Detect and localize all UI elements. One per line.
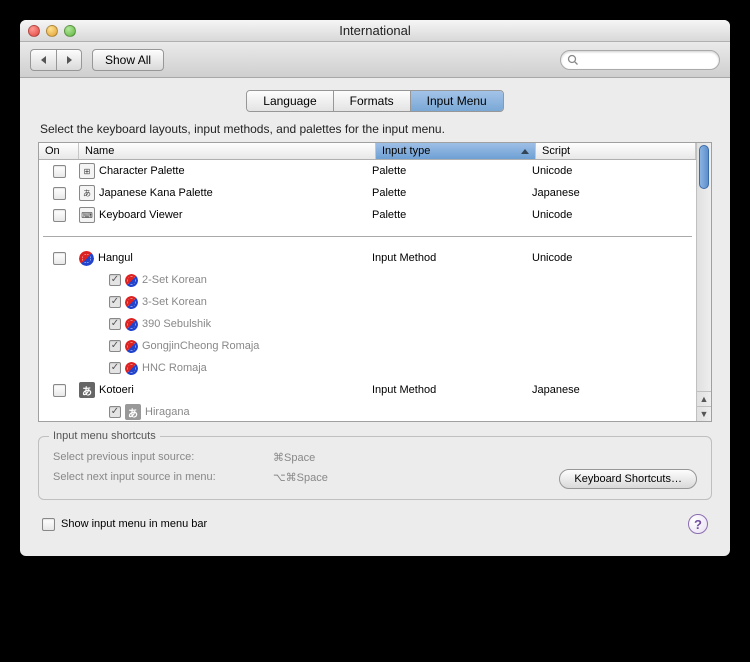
source-name: Keyboard Viewer bbox=[99, 209, 183, 221]
forward-button[interactable] bbox=[56, 49, 82, 71]
enable-checkbox[interactable] bbox=[109, 318, 121, 330]
input-type: Palette bbox=[372, 165, 532, 177]
script: Japanese bbox=[532, 187, 692, 199]
help-button[interactable]: ? bbox=[688, 514, 708, 534]
col-input-type[interactable]: Input type bbox=[376, 143, 536, 159]
tab-language[interactable]: Language bbox=[247, 91, 333, 111]
input-type: Input Method bbox=[372, 252, 532, 264]
sort-indicator-icon bbox=[521, 149, 529, 154]
script: Japanese bbox=[532, 384, 692, 396]
source-name: HNC Romaja bbox=[142, 362, 207, 374]
source-name: Hiragana bbox=[145, 406, 190, 418]
preferences-window: International Show All Language Formats … bbox=[20, 20, 730, 556]
table-row[interactable]: 390 Sebulshik bbox=[39, 313, 696, 335]
input-type: Palette bbox=[372, 187, 532, 199]
table-row[interactable]: あ Japanese Kana Palette PaletteJapanese bbox=[39, 182, 696, 204]
prev-source-label: Select previous input source: bbox=[53, 451, 273, 463]
col-name[interactable]: Name bbox=[79, 143, 376, 159]
source-name: 2-Set Korean bbox=[142, 274, 207, 286]
scroll-up-button[interactable]: ▲ bbox=[697, 391, 711, 406]
table-row[interactable]: ⊞ Character Palette PaletteUnicode bbox=[39, 160, 696, 182]
content-area: Language Formats Input Menu Select the k… bbox=[20, 78, 730, 556]
source-name: Kotoeri bbox=[99, 384, 134, 396]
enable-checkbox[interactable] bbox=[109, 296, 121, 308]
source-name: Hangul bbox=[98, 252, 133, 264]
keyboard-icon: ⌨ bbox=[79, 207, 95, 223]
divider bbox=[43, 236, 692, 237]
back-icon bbox=[41, 56, 46, 64]
table-row[interactable]: GongjinCheong Romaja bbox=[39, 335, 696, 357]
toolbar: Show All bbox=[20, 42, 730, 78]
enable-checkbox[interactable] bbox=[109, 274, 121, 286]
tab-bar: Language Formats Input Menu bbox=[38, 90, 712, 112]
table-row[interactable]: ⌨ Keyboard Viewer PaletteUnicode bbox=[39, 204, 696, 226]
input-sources-table: On Name Input type Script ⊞ Character Pal… bbox=[38, 142, 712, 422]
tab-input-menu[interactable]: Input Menu bbox=[411, 91, 503, 111]
enable-checkbox[interactable] bbox=[53, 252, 66, 265]
kana-palette-icon: あ bbox=[79, 185, 95, 201]
titlebar: International bbox=[20, 20, 730, 42]
korean-flag-icon bbox=[125, 362, 138, 375]
table-row[interactable]: あ Kotoeri Input MethodJapanese bbox=[39, 379, 696, 401]
next-source-label: Select next input source in menu: bbox=[53, 471, 273, 483]
show-all-button[interactable]: Show All bbox=[92, 49, 164, 71]
script: Unicode bbox=[532, 209, 692, 221]
source-name: Japanese Kana Palette bbox=[99, 187, 213, 199]
input-type: Input Method bbox=[372, 384, 532, 396]
enable-checkbox[interactable] bbox=[53, 384, 66, 397]
character-palette-icon: ⊞ bbox=[79, 163, 95, 179]
table-body: ⊞Character PalettePaletteUnicodeあJapanes… bbox=[39, 160, 696, 421]
col-on[interactable]: On bbox=[39, 143, 79, 159]
show-in-menubar-checkbox[interactable] bbox=[42, 518, 55, 531]
window-title: International bbox=[20, 23, 730, 38]
tab-formats[interactable]: Formats bbox=[334, 91, 411, 111]
korean-flag-icon bbox=[125, 318, 138, 331]
table-row[interactable]: Hangul Input MethodUnicode bbox=[39, 247, 696, 269]
source-name: 390 Sebulshik bbox=[142, 318, 211, 330]
script: Unicode bbox=[532, 252, 692, 264]
shortcuts-group: Input menu shortcuts Select previous inp… bbox=[38, 436, 712, 500]
source-name: Character Palette bbox=[99, 165, 185, 177]
keyboard-shortcuts-button[interactable]: Keyboard Shortcuts… bbox=[559, 469, 697, 489]
table-row[interactable]: あ Hiragana bbox=[39, 401, 696, 421]
table-row[interactable]: 2-Set Korean bbox=[39, 269, 696, 291]
scroll-thumb[interactable] bbox=[699, 145, 709, 189]
search-input[interactable] bbox=[560, 50, 720, 70]
source-name: 3-Set Korean bbox=[142, 296, 207, 308]
instructions-label: Select the keyboard layouts, input metho… bbox=[38, 122, 712, 136]
forward-icon bbox=[67, 56, 72, 64]
enable-checkbox[interactable] bbox=[109, 340, 121, 352]
scroll-down-button[interactable]: ▼ bbox=[697, 406, 711, 421]
enable-checkbox[interactable] bbox=[109, 406, 121, 418]
col-script[interactable]: Script bbox=[536, 143, 696, 159]
korean-flag-icon bbox=[125, 340, 138, 353]
hiragana-icon: あ bbox=[125, 404, 141, 420]
footer: Show input menu in menu bar ? bbox=[38, 514, 712, 540]
table-row[interactable]: HNC Romaja bbox=[39, 357, 696, 379]
nav-segment bbox=[30, 49, 82, 71]
show-in-menubar-label: Show input menu in menu bar bbox=[61, 518, 207, 530]
korean-flag-icon bbox=[125, 274, 138, 287]
vertical-scrollbar[interactable]: ▲ ▼ bbox=[696, 143, 711, 421]
enable-checkbox[interactable] bbox=[53, 209, 66, 222]
back-button[interactable] bbox=[30, 49, 56, 71]
table-row[interactable]: 3-Set Korean bbox=[39, 291, 696, 313]
show-in-menubar-option[interactable]: Show input menu in menu bar bbox=[42, 518, 207, 531]
source-name: GongjinCheong Romaja bbox=[142, 340, 259, 352]
kotoeri-icon: あ bbox=[79, 382, 95, 398]
enable-checkbox[interactable] bbox=[53, 165, 66, 178]
next-source-key: ⌥⌘Space bbox=[273, 471, 328, 484]
korean-flag-icon bbox=[79, 251, 94, 266]
script: Unicode bbox=[532, 165, 692, 177]
input-type: Palette bbox=[372, 209, 532, 221]
enable-checkbox[interactable] bbox=[109, 362, 121, 374]
enable-checkbox[interactable] bbox=[53, 187, 66, 200]
table-header: On Name Input type Script bbox=[39, 143, 696, 160]
korean-flag-icon bbox=[125, 296, 138, 309]
prev-source-key: ⌘Space bbox=[273, 451, 315, 464]
